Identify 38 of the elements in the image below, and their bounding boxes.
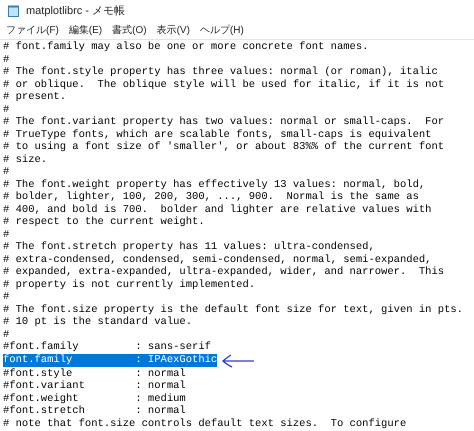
menu-item[interactable]: 書式(O) (112, 23, 147, 38)
text-line: # The font.style property has three values: normal (or roman), italic (3, 66, 438, 78)
window-title: matplotlibrc - メモ帳 (26, 4, 126, 19)
text-line: # (3, 54, 10, 66)
text-line: #font.family : sans-serif (3, 341, 211, 354)
text-line: # to using a font size of 'smaller', or about 83%% of the current font (3, 141, 444, 154)
menu-item[interactable]: ヘルプ(H) (200, 23, 244, 38)
text-line: # expanded, extra-expanded, ultra-expanded, wider, and narrower. This (3, 266, 444, 278)
text-line: # present. (3, 91, 66, 104)
menu-item[interactable]: 編集(E) (68, 23, 102, 38)
text-line: # or oblique. The oblique style will be used for italic, if it is not (3, 78, 444, 91)
text-line: # (3, 328, 10, 341)
text-line: #font.stretch : normal (3, 405, 186, 418)
text-line: # The font.stretch property has 11 values: ultra-condensed, (3, 241, 375, 254)
menu-item[interactable]: 表示(V) (156, 23, 190, 38)
text-line: #font.style : normal (3, 368, 186, 380)
menu-item[interactable]: ファイル(F) (6, 23, 59, 38)
text-line: # 10 pt is the standard value. (3, 316, 192, 328)
text-line: # (3, 104, 10, 116)
text-line: # The font.weight property has effectively 13 values: normal, bold, (3, 178, 426, 191)
text-line: # bolder, lighter, 100, 200, 300, ..., 900. Normal is the same as (3, 191, 419, 204)
text-line: # (3, 228, 10, 241)
text-line: # font.family may also be one or more concrete font names. (3, 41, 368, 54)
text-line: #font.weight : medium (3, 392, 186, 405)
text-line: # respect to the current weight. (3, 216, 205, 228)
text-line: # extra-condensed, condensed, semi-condensed, normal, semi-expanded, (3, 254, 432, 266)
arrow-drawing (221, 354, 256, 368)
text-line: # (3, 291, 10, 304)
text-line: # TrueType fonts, which are scalable fonts, small-caps is equivalent (3, 128, 432, 141)
notepad-icon (8, 5, 20, 17)
text-line: # 400, and bold is 700. bolder and lighter are relative values with (3, 204, 432, 216)
text-line: # (3, 166, 10, 178)
text-line: # The font.size property is the default font size for text, given in pts. (3, 304, 463, 316)
text-line: #font.variant : normal (3, 380, 186, 392)
text-line: # property is not currently implemented. (3, 278, 256, 291)
text-line: # The font.variant property has two values: normal or small-caps. For (3, 116, 444, 128)
text-line: # size. (3, 154, 48, 166)
text-line: # note that font.size controls default text sizes. To configure (3, 418, 406, 430)
